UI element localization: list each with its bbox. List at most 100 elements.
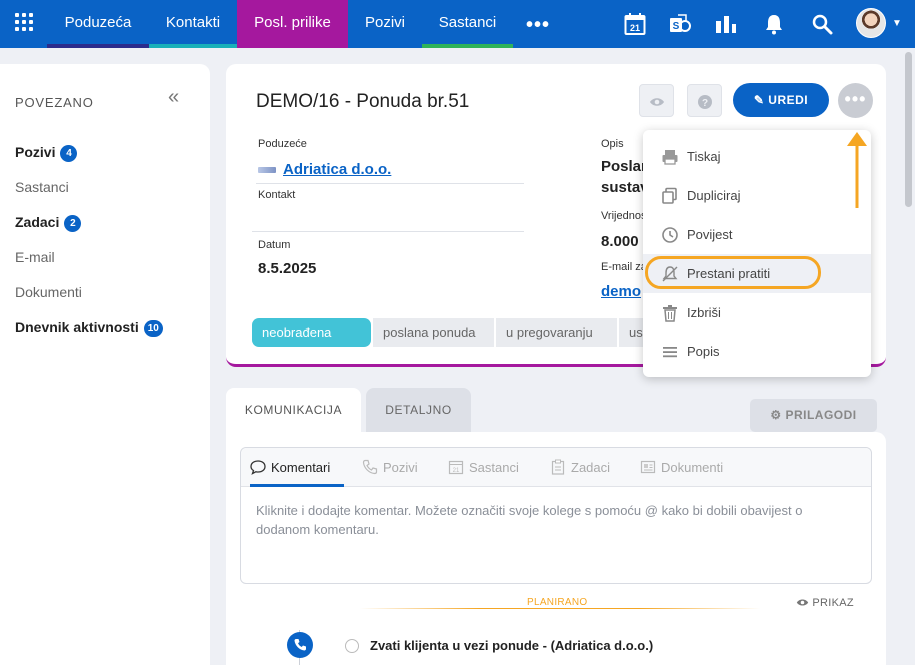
- related-item-label: Zadaci: [15, 214, 60, 230]
- clock-icon: [662, 227, 678, 243]
- related-item-dnevnik-aktivnosti[interactable]: Dnevnik aktivnosti 10: [15, 319, 163, 337]
- composer-tab-dokumenti[interactable]: Dokumenti: [640, 460, 723, 475]
- company-label: Poduzeće: [258, 138, 307, 150]
- phone-icon: [362, 459, 378, 475]
- apps-grid-icon[interactable]: [15, 13, 35, 33]
- calendar-icon[interactable]: 21: [624, 12, 648, 36]
- nav-item-label: Poduzeća: [64, 14, 132, 31]
- menu-item-label: Povijest: [687, 227, 733, 242]
- nav-underline: [149, 44, 237, 48]
- related-item-zadaci[interactable]: Zadaci 2: [15, 214, 82, 232]
- tab-detaljno[interactable]: DETALJNO: [366, 388, 471, 432]
- related-item-pozivi[interactable]: Pozivi 4: [15, 144, 78, 162]
- email-label: E-mail za: [601, 261, 647, 273]
- menu-item-izbrisi[interactable]: Izbriši: [643, 293, 871, 332]
- comment-composer: Komentari Pozivi 21 Sastanci Zadaci Doku…: [240, 447, 872, 584]
- composer-tab-zadaci[interactable]: Zadaci: [550, 459, 610, 475]
- date-value: 8.5.2025: [258, 260, 317, 277]
- contact-label: Kontakt: [258, 189, 296, 201]
- top-navigation-bar: Poduzeća Kontakti Posl. prilike Pozivi S…: [0, 0, 915, 48]
- search-icon[interactable]: [810, 12, 834, 36]
- chevron-down-icon[interactable]: ▼: [892, 18, 902, 29]
- more-actions-menu: Tiskaj Dupliciraj Povijest Prestani prat…: [643, 130, 871, 377]
- list-icon: [663, 347, 677, 358]
- task-title[interactable]: Zvati klijenta u vezi ponude - (Adriatic…: [370, 638, 653, 653]
- edit-button[interactable]: ✎ UREDI: [733, 83, 829, 117]
- view-toggle-button[interactable]: PRIKAZ: [796, 597, 854, 609]
- customize-button-label: PRILAGODI: [785, 408, 857, 422]
- user-avatar[interactable]: [856, 8, 886, 38]
- edit-button-label: UREDI: [768, 93, 809, 107]
- composer-tab-komentari[interactable]: Komentari: [250, 460, 330, 475]
- related-item-label: Dokumenti: [15, 284, 82, 300]
- date-label: Datum: [258, 239, 291, 251]
- related-item-label: Dnevnik aktivnosti: [15, 319, 139, 335]
- duplicate-icon: [662, 187, 677, 204]
- nav-item-sastanci[interactable]: Sastanci: [422, 0, 513, 48]
- watch-button[interactable]: [639, 84, 674, 117]
- svg-text:?: ?: [701, 98, 707, 109]
- description-label: Opis: [601, 138, 624, 150]
- planned-section-label: PLANIRANO: [527, 597, 588, 608]
- call-activity-marker: [287, 632, 313, 658]
- highlight-annotation-ring: [645, 256, 821, 289]
- nav-underline: [237, 44, 348, 48]
- related-panel-title: POVEZANO: [15, 95, 94, 110]
- question-icon: ?: [697, 95, 712, 110]
- related-item-email[interactable]: E-mail: [15, 249, 55, 265]
- page-scrollbar[interactable]: [905, 52, 912, 207]
- stage-poslana-ponuda[interactable]: poslana ponuda: [373, 318, 494, 347]
- more-actions-button[interactable]: •••: [838, 83, 873, 118]
- task-complete-checkbox[interactable]: [345, 639, 359, 653]
- nav-item-poslovne-prilike[interactable]: Posl. prilike: [237, 0, 348, 48]
- exchange-icon[interactable]: S: [668, 12, 692, 36]
- count-badge: 4: [60, 145, 78, 162]
- count-badge: 2: [64, 215, 82, 232]
- field-divider: [256, 183, 524, 184]
- email-link[interactable]: demo: [601, 283, 641, 300]
- nav-item-kontakti[interactable]: Kontakti: [149, 0, 237, 48]
- nav-item-label: Kontakti: [165, 14, 221, 31]
- phone-icon: [294, 639, 306, 651]
- comment-input[interactable]: Kliknite i dodajte komentar. Možete ozna…: [256, 501, 856, 539]
- related-item-dokumenti[interactable]: Dokumenti: [15, 284, 82, 300]
- nav-item-poduzeca[interactable]: Poduzeća: [47, 0, 149, 48]
- bell-icon[interactable]: [762, 12, 786, 36]
- composer-tabs: Komentari Pozivi 21 Sastanci Zadaci Doku…: [241, 448, 871, 487]
- composer-tab-label: Dokumenti: [661, 460, 724, 475]
- calendar-day: 21: [630, 23, 640, 33]
- nav-underline: [422, 44, 513, 48]
- customize-button[interactable]: ⚙ PRILAGODI: [750, 399, 877, 432]
- composer-tab-label: Sastanci: [469, 460, 519, 475]
- company-link[interactable]: Adriatica d.o.o.: [283, 161, 391, 178]
- related-item-label: Sastanci: [15, 179, 69, 195]
- nav-item-label: Sastanci: [438, 14, 497, 31]
- tab-komunikacija[interactable]: KOMUNIKACIJA: [226, 388, 361, 432]
- menu-item-tiskaj[interactable]: Tiskaj: [643, 137, 871, 176]
- stage-neobradena[interactable]: neobrađena: [252, 318, 371, 347]
- field-divider: [252, 231, 524, 232]
- composer-tab-pozivi[interactable]: Pozivi: [362, 459, 418, 475]
- description-value-line2: sustav: [601, 179, 649, 196]
- count-badge: 10: [143, 320, 163, 337]
- clipboard-icon: [551, 459, 565, 475]
- menu-item-dupliciraj[interactable]: Dupliciraj: [643, 176, 871, 215]
- related-item-sastanci[interactable]: Sastanci: [15, 179, 69, 195]
- collapse-double-chevron-icon[interactable]: «: [168, 86, 179, 109]
- composer-tab-sastanci[interactable]: 21 Sastanci: [448, 460, 519, 475]
- related-item-label: Pozivi: [15, 144, 56, 160]
- menu-item-label: Izbriši: [687, 305, 721, 320]
- menu-item-povijest[interactable]: Povijest: [643, 215, 871, 254]
- annotation-arrow-icon: [847, 132, 867, 208]
- trash-icon: [663, 305, 677, 322]
- nav-item-pozivi[interactable]: Pozivi: [348, 0, 422, 48]
- speech-bubble-icon: [250, 460, 266, 475]
- nav-more-button[interactable]: •••: [526, 14, 550, 37]
- menu-item-popis[interactable]: Popis: [643, 332, 871, 371]
- planned-section-divider: [360, 608, 760, 609]
- help-button[interactable]: ?: [687, 84, 722, 117]
- menu-item-label: Tiskaj: [687, 149, 721, 164]
- nav-item-label: Pozivi: [364, 14, 405, 31]
- bar-chart-icon[interactable]: [714, 12, 738, 36]
- stage-u-pregovaranju[interactable]: u pregovaranju: [496, 318, 617, 347]
